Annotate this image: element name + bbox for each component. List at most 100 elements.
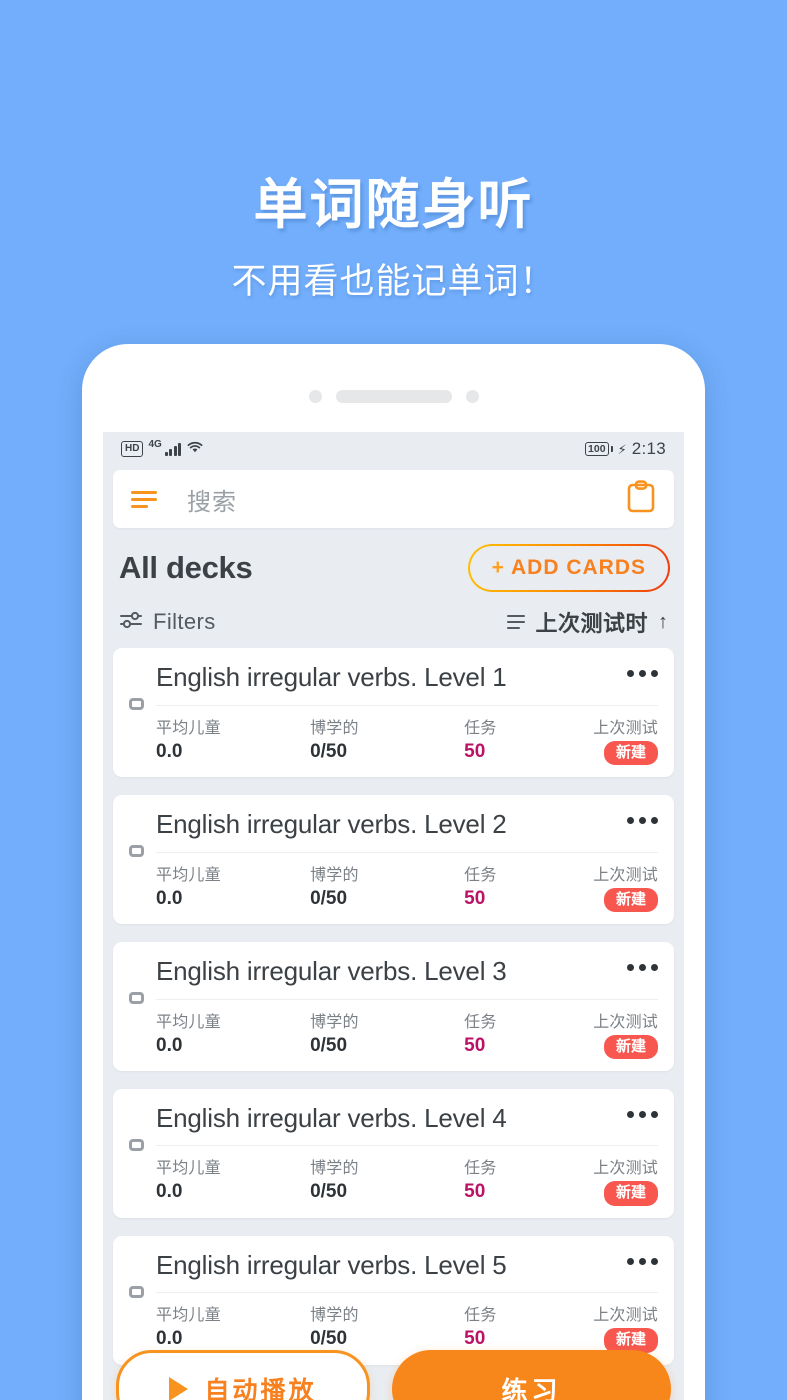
deck-stat-learned-label: 博学的 — [310, 1013, 359, 1031]
deck-stat-learned-value: 0/50 — [310, 1181, 348, 1203]
status-badge: 新建 — [603, 1328, 658, 1353]
deck-card[interactable]: English irregular verbs. Level 3 平均儿童 0.… — [113, 941, 674, 1071]
deck-card-body: English irregular verbs. Level 2 平均儿童 0.… — [156, 809, 658, 912]
deck-card[interactable]: English irregular verbs. Level 1 平均儿童 0.… — [113, 648, 674, 777]
deck-select-checkbox[interactable] — [129, 991, 144, 1004]
filters-button[interactable]: Filters — [119, 609, 216, 635]
deck-stat-average: 平均儿童 0.0 — [156, 1154, 271, 1203]
status-bar-left: HD 4G — [121, 438, 204, 459]
deck-list: English irregular verbs. Level 1 平均儿童 0.… — [103, 648, 684, 1365]
sort-direction-icon[interactable]: ↑ — [658, 611, 668, 634]
filter-sort-row: Filters 上次测试时 ↑ — [103, 592, 684, 648]
sensor-dot-icon — [308, 389, 322, 403]
deck-stat-average: 平均儿童 0.0 — [156, 1008, 271, 1057]
deck-stats: 平均儿童 0.0 博学的 0/50 任务 50 上次测试 新建 — [156, 714, 658, 765]
deck-card-body: English irregular verbs. Level 4 平均儿童 0.… — [156, 1103, 658, 1206]
deck-stat-average-value: 0.0 — [156, 1034, 183, 1056]
deck-stat-average-value: 0.0 — [156, 887, 183, 909]
page-title: All decks — [119, 550, 253, 585]
sort-label: 上次测试时 — [535, 611, 648, 636]
battery-icon: 100 — [585, 441, 609, 457]
deck-overflow-menu-icon[interactable] — [627, 1257, 658, 1265]
deck-stat-learned-label: 博学的 — [310, 1160, 359, 1178]
search-input[interactable]: 搜索 — [187, 482, 626, 517]
deck-stat-last-test-label: 上次测试 — [593, 1307, 658, 1325]
deck-stat-learned-value: 0/50 — [310, 887, 348, 909]
deck-stat-learned-label: 博学的 — [310, 719, 359, 737]
deck-stat-average-value: 0.0 — [156, 740, 183, 762]
deck-stat-tasks-label: 任务 — [464, 719, 497, 737]
deck-stat-tasks: 任务 50 — [464, 714, 554, 763]
deck-stat-last-test-label: 上次测试 — [593, 719, 658, 737]
deck-stat-learned: 博学的 0/50 — [310, 1154, 425, 1203]
status-badge: 新建 — [603, 1181, 658, 1206]
deck-stat-average-label: 平均儿童 — [156, 719, 221, 737]
status-badge: 新建 — [603, 887, 658, 912]
sort-control[interactable]: 上次测试时 ↑ — [507, 606, 668, 638]
deck-stat-last-test: 上次测试 新建 — [593, 1301, 658, 1353]
deck-stat-average: 平均儿童 0.0 — [156, 1301, 271, 1350]
play-icon — [169, 1377, 189, 1400]
promo-headline: 单词随身听 — [253, 175, 534, 235]
add-cards-button[interactable]: + ADD CARDS — [468, 544, 670, 592]
deck-card-header: English irregular verbs. Level 3 — [156, 956, 658, 987]
deck-stat-last-test: 上次测试 新建 — [593, 1154, 658, 1206]
deck-overflow-menu-icon[interactable] — [627, 816, 658, 824]
deck-stat-average: 平均儿童 0.0 — [156, 861, 271, 910]
deck-stat-learned-label: 博学的 — [310, 866, 359, 884]
deck-select-checkbox[interactable] — [129, 844, 144, 857]
deck-stat-learned-label: 博学的 — [310, 1307, 359, 1325]
network-type-label: 4G — [148, 438, 162, 450]
practice-button[interactable]: 练习 — [392, 1350, 671, 1400]
deck-stat-tasks-label: 任务 — [464, 1013, 497, 1031]
search-bar[interactable]: 搜索 — [113, 470, 674, 528]
deck-stat-learned: 博学的 0/50 — [310, 861, 425, 910]
autoplay-button[interactable]: 自动播放 — [116, 1350, 370, 1400]
deck-stat-learned-value: 0/50 — [310, 1328, 348, 1350]
promo-subheadline: 不用看也能记单词！ — [231, 262, 556, 301]
filters-label: Filters — [153, 609, 216, 634]
practice-label: 练习 — [501, 1375, 562, 1400]
deck-overflow-menu-icon[interactable] — [627, 670, 658, 677]
deck-stat-tasks-value: 50 — [464, 1181, 486, 1203]
clipboard-icon[interactable] — [626, 479, 656, 519]
deck-card-header: English irregular verbs. Level 1 — [156, 662, 658, 693]
hd-icon: HD — [121, 441, 144, 457]
deck-divider — [156, 998, 658, 1000]
deck-overflow-menu-icon[interactable] — [627, 963, 658, 971]
signal-strength-icon — [164, 442, 182, 456]
deck-title: English irregular verbs. Level 3 — [156, 955, 507, 986]
deck-stat-tasks-value: 50 — [464, 740, 486, 762]
hamburger-menu-icon[interactable] — [131, 490, 157, 508]
deck-select-checkbox[interactable] — [129, 698, 144, 710]
deck-card[interactable]: English irregular verbs. Level 2 平均儿童 0.… — [113, 794, 674, 924]
deck-stat-average-label: 平均儿童 — [156, 866, 221, 884]
phone-mockup-frame: HD 4G 100 ⚡ 2:13 搜索 All decks + ADD CARD… — [82, 344, 705, 1400]
deck-stat-last-test: 上次测试 新建 — [593, 1008, 658, 1059]
deck-select-checkbox[interactable] — [129, 1285, 144, 1298]
deck-title: English irregular verbs. Level 2 — [156, 808, 507, 839]
deck-stat-last-test: 上次测试 新建 — [593, 714, 658, 765]
add-cards-label: ADD CARDS — [511, 556, 646, 579]
autoplay-label: 自动播放 — [204, 1377, 317, 1400]
deck-overflow-menu-icon[interactable] — [627, 1110, 658, 1118]
decks-header: All decks + ADD CARDS — [103, 528, 684, 592]
deck-select-checkbox[interactable] — [129, 1138, 144, 1151]
deck-title: English irregular verbs. Level 1 — [156, 662, 507, 692]
deck-title: English irregular verbs. Level 5 — [156, 1249, 507, 1280]
deck-stat-average-value: 0.0 — [156, 1328, 183, 1350]
deck-stat-tasks-value: 50 — [464, 887, 486, 909]
phone-screen: HD 4G 100 ⚡ 2:13 搜索 All decks + ADD CARD… — [103, 432, 684, 1400]
deck-stat-learned: 博学的 0/50 — [310, 1301, 425, 1350]
deck-card-body: English irregular verbs. Level 1 平均儿童 0.… — [156, 662, 658, 765]
deck-card[interactable]: English irregular verbs. Level 4 平均儿童 0.… — [113, 1088, 674, 1218]
status-badge: 新建 — [603, 740, 658, 765]
deck-divider — [156, 851, 658, 853]
deck-stat-average-label: 平均儿童 — [156, 1013, 221, 1031]
front-camera-icon — [465, 389, 479, 403]
deck-card[interactable]: English irregular verbs. Level 5 平均儿童 0.… — [113, 1235, 674, 1365]
deck-stat-average-label: 平均儿童 — [156, 1307, 221, 1325]
status-bar: HD 4G 100 ⚡ 2:13 — [103, 432, 684, 466]
wifi-icon — [186, 440, 204, 459]
deck-stat-last-test-label: 上次测试 — [593, 866, 658, 884]
